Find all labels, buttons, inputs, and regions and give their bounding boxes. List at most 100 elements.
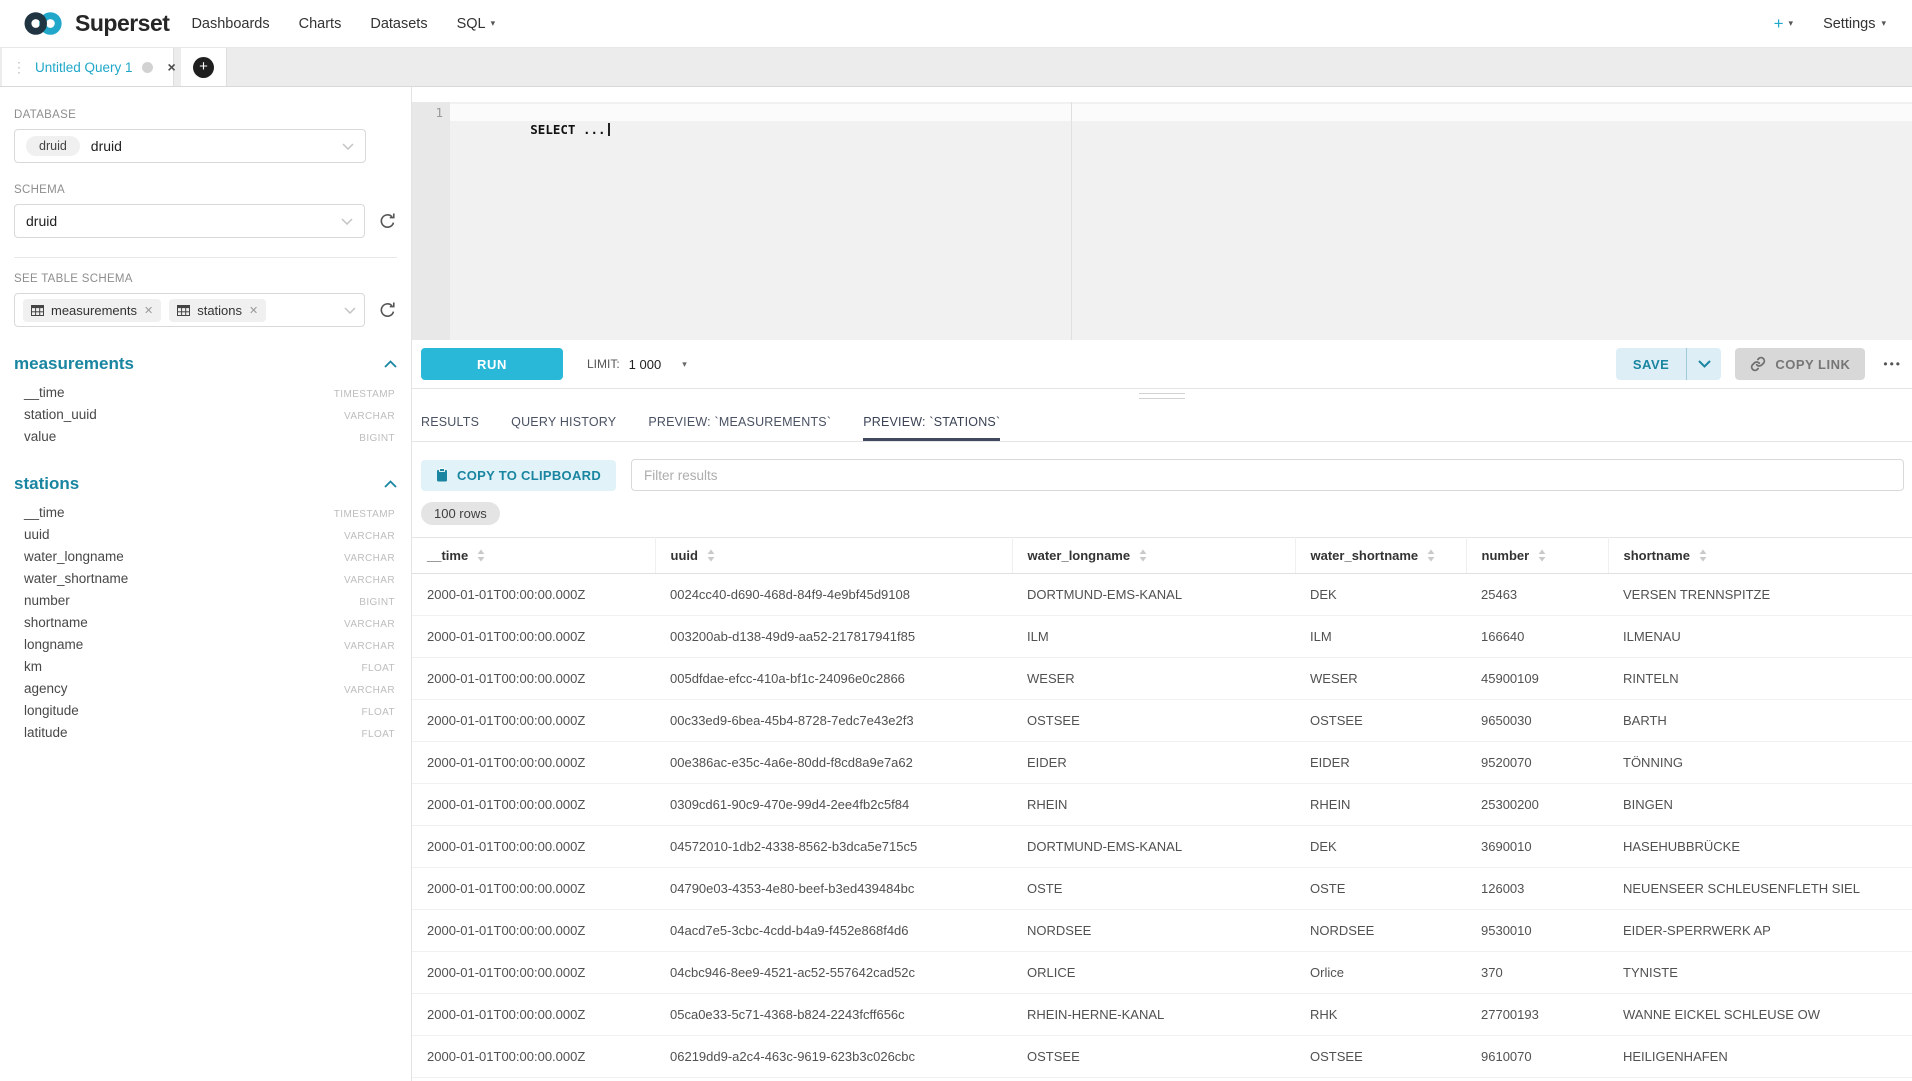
filter-results-input[interactable] [631,459,1904,491]
nav-item-dashboards[interactable]: Dashboards [191,16,269,32]
result-tab-query-history[interactable]: QUERY HISTORY [511,415,616,441]
table-cell: OSTSEE [1295,1036,1466,1078]
add-query-tab-button[interactable]: + [181,48,227,86]
database-label: DATABASE [14,109,397,121]
table-row: 2000-01-01T00:00:00.000Z005dfdae-efcc-41… [412,658,1912,700]
copy-link-button[interactable]: COPY LINK [1735,348,1865,380]
column-name: value [24,429,56,444]
table-select[interactable]: measurements✕ stations✕ [14,293,365,327]
sort-icon[interactable] [477,549,485,562]
column-header-uuid[interactable]: uuid [655,538,1012,574]
column-header-__time[interactable]: __time [412,538,655,574]
table-cell: 04572010-1db2-4338-8562-b3dca5e715c5 [655,826,1012,868]
column-type: VARCHAR [344,575,395,586]
table-cell: 166640 [1466,616,1608,658]
column-name: uuid [24,527,50,542]
table-cell: OSTSEE [1295,700,1466,742]
column-type: BIGINT [359,433,395,444]
sort-icon[interactable] [1538,549,1546,562]
table-cell: TÖNNING [1608,742,1912,784]
table-row: 2000-01-01T00:00:00.000Z06219dd9-a2c4-46… [412,1036,1912,1078]
column-type: TIMESTAMP [334,509,395,520]
schema-column-row: kmFLOAT [14,655,397,677]
column-header-number[interactable]: number [1466,538,1608,574]
table-cell: 06219dd9-a2c4-463c-9619-623b3c026cbc [655,1036,1012,1078]
table-cell: 2000-01-01T00:00:00.000Z [412,952,655,994]
superset-logo-icon [22,10,66,37]
sort-icon[interactable] [1427,549,1435,562]
table-tag-stations[interactable]: stations✕ [169,299,266,322]
nav-item-charts[interactable]: Charts [299,16,342,32]
save-label: SAVE [1616,348,1686,380]
table-cell: 126003 [1466,868,1608,910]
refresh-schema-button[interactable] [378,212,397,231]
pane-resize-zone [412,389,1912,405]
new-item-menu[interactable]: + ▾ [1774,14,1793,34]
schema-select[interactable]: druid [14,204,365,238]
remove-tag-icon[interactable]: ✕ [144,304,153,317]
column-name: station_uuid [24,407,97,422]
table-cell: ILM [1295,616,1466,658]
schema-column-row: latitudeFLOAT [14,721,397,743]
schema-column-row: numberBIGINT [14,589,397,611]
remove-tag-icon[interactable]: ✕ [249,304,258,317]
sql-editor[interactable]: 1 SELECT ... [412,102,1912,340]
schema-section-stations: stations__timeTIMESTAMPuuidVARCHARwater_… [14,474,397,743]
query-tabbar: ⋮ Untitled Query 1 × + [0,48,1912,87]
superset-brand[interactable]: Superset [22,10,169,37]
schema-section-header[interactable]: stations [14,474,397,494]
pane-resize-handle[interactable] [1139,393,1185,403]
chevron-down-icon: ▾ [1881,18,1886,29]
table-cell: 27700193 [1466,994,1608,1036]
table-cell: 003200ab-d138-49d9-aa52-217817941f85 [655,616,1012,658]
more-options-button[interactable]: ••• [1883,357,1902,371]
schema-column-row: water_shortname VARCHAR [14,567,397,589]
table-cell: 9610070 [1466,1036,1608,1078]
schema-sections: measurements __timeTIMESTAMP station_uuid V… [14,354,397,743]
column-header-label: __time [427,548,468,563]
query-tab-active[interactable]: ⋮ Untitled Query 1 × [2,48,174,86]
table-tag-measurements[interactable]: measurements✕ [23,299,161,322]
close-icon[interactable]: × [168,59,176,75]
database-select[interactable]: druid druid [14,129,366,163]
drag-handle-icon[interactable]: ⋮ [12,60,26,74]
nav-items: Dashboards Charts Datasets SQL▾ [191,16,495,32]
column-header-shortname[interactable]: shortname [1608,538,1912,574]
result-tab-preview-measurements[interactable]: PREVIEW: `MEASUREMENTS` [648,415,831,441]
editor-code-area[interactable]: SELECT ... [450,102,1912,340]
schema-value: druid [26,213,57,229]
schema-section-measurements: measurements__timeTIMESTAMPstation_uuidV… [14,354,397,447]
column-header-water_shortname[interactable]: water_shortname [1295,538,1466,574]
table-row: 2000-01-01T00:00:00.000Z04790e03-4353-4e… [412,868,1912,910]
copy-to-clipboard-button[interactable]: COPY TO CLIPBOARD [421,460,616,491]
table-cell: BINGEN [1608,784,1912,826]
column-name: water_shortname [24,571,128,586]
settings-menu[interactable]: Settings ▾ [1823,16,1886,32]
plus-circle-icon: + [193,57,214,78]
table-row: 2000-01-01T00:00:00.000Z0309cd61-90c9-47… [412,784,1912,826]
table-cell: EIDER-SPERRWERK AP [1608,910,1912,952]
refresh-tables-button[interactable] [378,301,397,320]
schema-section-header[interactable]: measurements [14,354,397,374]
save-button[interactable]: SAVE [1616,348,1721,380]
schema-column-row: __timeTIMESTAMP [14,381,397,403]
nav-right: + ▾ Settings ▾ [1774,14,1886,34]
sort-icon[interactable] [707,549,715,562]
save-options-button[interactable] [1687,348,1721,380]
column-name: water_longname [24,549,124,564]
run-button[interactable]: RUN [421,348,563,380]
limit-dropdown[interactable]: LIMIT: 1 000 ▾ [587,357,687,372]
sort-icon[interactable] [1139,549,1147,562]
chevron-down-icon: ▾ [491,18,496,29]
column-name: shortname [24,615,88,630]
result-tab-results[interactable]: RESULTS [421,415,479,441]
nav-item-sql[interactable]: SQL▾ [457,16,496,32]
nav-item-datasets[interactable]: Datasets [370,16,427,32]
table-cell: 2000-01-01T00:00:00.000Z [412,910,655,952]
result-tab-preview-stations[interactable]: PREVIEW: `STATIONS` [863,415,1000,441]
column-header-water_longname[interactable]: water_longname [1012,538,1295,574]
limit-label: LIMIT: [587,357,620,371]
sort-icon[interactable] [1699,549,1707,562]
column-name: km [24,659,42,674]
column-name: latitude [24,725,68,740]
